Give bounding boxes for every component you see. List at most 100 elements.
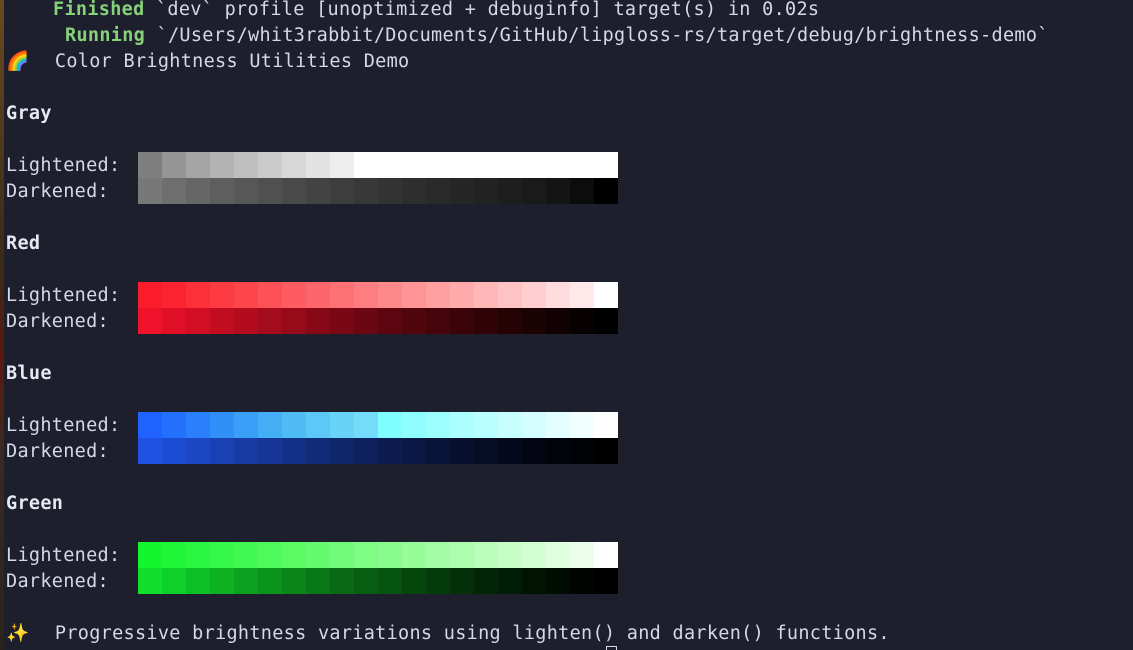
green-lightened-swatch-17 [522, 542, 546, 568]
red-darkened-swatch-17 [522, 308, 546, 334]
green-lightened-swatch-14 [450, 542, 474, 568]
blue-darkened-swatch-6 [258, 438, 282, 464]
gray-darkened-swatch-18 [546, 178, 570, 204]
gray-lightened-swatches [138, 152, 618, 178]
gray-darkened-swatch-1 [138, 178, 162, 204]
green-lightened-swatch-10 [354, 542, 378, 568]
blue-darkened-swatch-14 [450, 438, 474, 464]
blue-darkened-swatch-3 [186, 438, 210, 464]
gray-lightened-swatch-19 [570, 152, 594, 178]
red-darkened-label: Darkened: [6, 311, 109, 332]
green-lightened-swatch-5 [234, 542, 258, 568]
blue-lightened-swatch-5 [234, 412, 258, 438]
green-lightened-swatches [138, 542, 618, 568]
red-darkened-swatch-10 [354, 308, 378, 334]
blue-darkened-swatch-10 [354, 438, 378, 464]
gray-lightened-swatch-17 [522, 152, 546, 178]
gray-darkened-swatch-5 [234, 178, 258, 204]
footer-message: Progressive brightness variations using … [54, 623, 890, 644]
gray-darkened-swatch-14 [450, 178, 474, 204]
green-darkened-swatches [138, 568, 618, 594]
green-darkened-swatch-18 [546, 568, 570, 594]
terminal-cursor [606, 646, 617, 650]
green-darkened-swatch-3 [186, 568, 210, 594]
terminal-window[interactable]: Finished `dev` profile [unoptimized + de… [0, 0, 1133, 650]
blue-darkened-swatch-17 [522, 438, 546, 464]
gray-lightened-swatch-2 [162, 152, 186, 178]
gray-lightened-swatch-6 [258, 152, 282, 178]
gray-darkened-swatch-10 [354, 178, 378, 204]
gray-darkened-swatch-20 [594, 178, 618, 204]
gray-darkened-swatch-17 [522, 178, 546, 204]
finished-status: Finished [53, 0, 145, 20]
green-darkened-swatch-4 [210, 568, 234, 594]
blue-lightened-swatch-6 [258, 412, 282, 438]
green-darkened-swatch-11 [378, 568, 402, 594]
blue-lightened-swatch-3 [186, 412, 210, 438]
green-lightened-swatch-18 [546, 542, 570, 568]
red-darkened-swatch-18 [546, 308, 570, 334]
red-lightened-swatch-1 [138, 282, 162, 308]
red-lightened-swatch-15 [474, 282, 498, 308]
green-lightened-swatch-13 [426, 542, 450, 568]
blue-darkened-swatch-18 [546, 438, 570, 464]
red-lightened-swatch-5 [234, 282, 258, 308]
gray-lightened-swatch-5 [234, 152, 258, 178]
blue-lightened-swatch-2 [162, 412, 186, 438]
green-lightened-swatch-4 [210, 542, 234, 568]
blue-darkened-swatch-1 [138, 438, 162, 464]
red-lightened-swatch-9 [330, 282, 354, 308]
desktop-background-edge [0, 0, 4, 650]
gray-darkened-swatch-12 [402, 178, 426, 204]
gray-lightened-swatch-20 [594, 152, 618, 178]
blue-darkened-label: Darkened: [6, 441, 109, 462]
green-lightened-swatch-1 [138, 542, 162, 568]
gray-lightened-swatch-8 [306, 152, 330, 178]
blue-lightened-swatch-9 [330, 412, 354, 438]
green-darkened-swatch-6 [258, 568, 282, 594]
gray-lightened-swatch-11 [378, 152, 402, 178]
blue-darkened-swatch-4 [210, 438, 234, 464]
blue-lightened-label: Lightened: [6, 415, 121, 436]
blue-lightened-swatch-11 [378, 412, 402, 438]
demo-title-line: 🌈 Color Brightness Utilities Demo [6, 49, 409, 75]
blue-darkened-swatch-13 [426, 438, 450, 464]
gray-lightened-swatch-1 [138, 152, 162, 178]
blue-lightened-swatch-14 [450, 412, 474, 438]
red-lightened-swatch-4 [210, 282, 234, 308]
gray-darkened-swatch-7 [282, 178, 306, 204]
blue-lightened-swatches [138, 412, 618, 438]
blue-darkened-swatch-15 [474, 438, 498, 464]
green-lightened-label: Lightened: [6, 545, 121, 566]
gray-lightened-swatch-7 [282, 152, 306, 178]
blue-darkened-swatch-12 [402, 438, 426, 464]
red-lightened-swatch-18 [546, 282, 570, 308]
green-lightened-swatch-16 [498, 542, 522, 568]
red-lightened-swatch-19 [570, 282, 594, 308]
red-lightened-swatch-13 [426, 282, 450, 308]
red-lightened-swatch-8 [306, 282, 330, 308]
red-lightened-swatch-6 [258, 282, 282, 308]
red-darkened-swatch-3 [186, 308, 210, 334]
red-lightened-swatch-12 [402, 282, 426, 308]
blue-lightened-swatch-17 [522, 412, 546, 438]
red-darkened-swatch-13 [426, 308, 450, 334]
green-lightened-swatch-19 [570, 542, 594, 568]
section-heading-blue: Blue [6, 363, 52, 384]
green-darkened-swatch-19 [570, 568, 594, 594]
blue-lightened-swatch-1 [138, 412, 162, 438]
gray-lightened-swatch-14 [450, 152, 474, 178]
gray-darkened-label: Darkened: [6, 181, 109, 202]
red-lightened-swatch-3 [186, 282, 210, 308]
gray-lightened-swatch-10 [354, 152, 378, 178]
rainbow-icon: 🌈 [6, 51, 30, 72]
red-lightened-label: Lightened: [6, 285, 121, 306]
blue-darkened-swatch-7 [282, 438, 306, 464]
green-darkened-swatch-20 [594, 568, 618, 594]
blue-darkened-swatch-11 [378, 438, 402, 464]
red-darkened-swatch-15 [474, 308, 498, 334]
red-lightened-swatch-14 [450, 282, 474, 308]
red-darkened-swatch-9 [330, 308, 354, 334]
red-darkened-swatch-7 [282, 308, 306, 334]
blue-darkened-swatch-8 [306, 438, 330, 464]
